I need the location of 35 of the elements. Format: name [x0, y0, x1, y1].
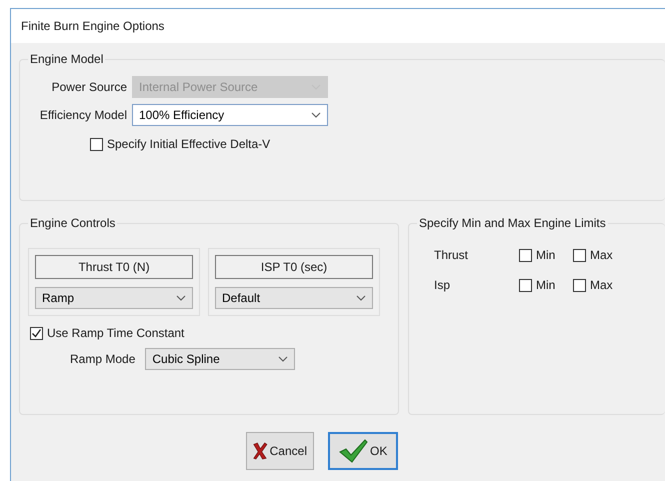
- dropdown[interactable]: 100% Efficiency: [132, 104, 328, 126]
- dropdown[interactable]: Ramp: [35, 287, 193, 309]
- checkmark-icon: [31, 328, 42, 338]
- ok-button[interactable]: OK: [328, 432, 398, 470]
- cancel-button[interactable]: Cancel: [246, 432, 314, 470]
- checkbox[interactable]: [519, 278, 532, 292]
- checkbox-label: Max: [590, 277, 613, 294]
- checkbox[interactable]: [573, 278, 586, 292]
- field-label: Ramp Mode: [70, 351, 136, 368]
- checkbox-label: Max: [590, 247, 613, 264]
- column-header: Thrust T0 (N): [35, 255, 193, 279]
- group-legend: Specify Min and Max Engine Limits: [417, 215, 608, 231]
- checkmark-icon: [338, 438, 368, 464]
- field-label: Efficiency Model: [38, 107, 128, 124]
- checkbox[interactable]: [30, 326, 43, 340]
- field-label: Power Source: [50, 79, 128, 96]
- group-legend: Engine Controls: [28, 215, 118, 231]
- checkbox[interactable]: [90, 138, 103, 150]
- dropdown[interactable]: Cubic Spline: [145, 348, 296, 370]
- window-title: Finite Burn Engine Options: [21, 18, 164, 35]
- group-legend: Engine Model: [28, 51, 106, 67]
- checkbox-label: Min: [536, 277, 556, 294]
- checkbox[interactable]: [573, 248, 586, 262]
- dropdown[interactable]: Default: [215, 287, 373, 309]
- checkbox-label: Use Ramp Time Constant: [47, 325, 184, 342]
- chevron-down-icon: [356, 295, 366, 301]
- limit-label: Isp: [434, 277, 452, 294]
- chevron-down-icon: [311, 112, 321, 118]
- chevron-down-icon: [278, 356, 288, 362]
- checkbox[interactable]: [519, 248, 532, 262]
- limit-label: Thrust: [434, 247, 470, 264]
- checkbox-label: Min: [536, 247, 556, 264]
- chevron-down-icon: [176, 295, 186, 301]
- column-header: ISP T0 (sec): [215, 255, 373, 279]
- checkbox-label: Specify Initial Effective Delta-V: [107, 136, 270, 153]
